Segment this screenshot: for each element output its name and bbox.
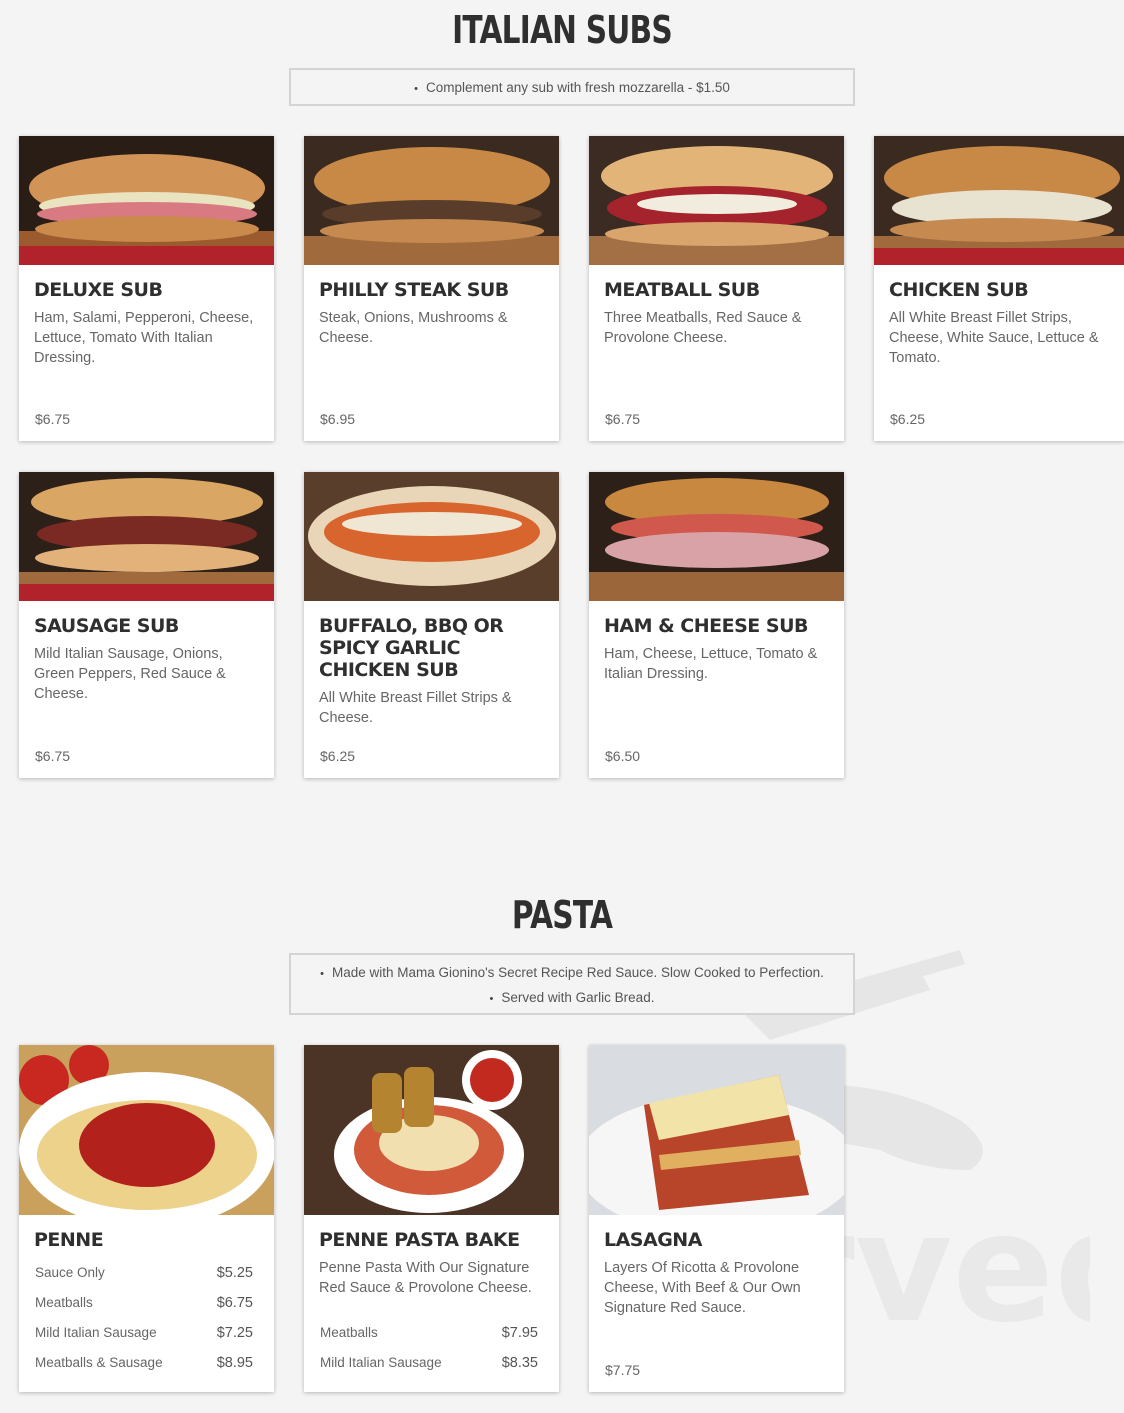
pasta-note: Served with Garlic Bread. xyxy=(291,986,853,1011)
item-price: $7.75 xyxy=(605,1362,641,1378)
item-description: Penne Pasta With Our Signature Red Sauce… xyxy=(319,1260,532,1296)
section-title-subs: ITALIAN SUBS xyxy=(452,8,673,52)
option-row: Meatballs $6.75 xyxy=(35,1288,253,1318)
item-description: All White Breast Fillet Strips & Cheese. xyxy=(319,690,512,726)
option-label: Meatballs & Sausage xyxy=(35,1355,163,1370)
option-price: $6.75 xyxy=(216,1295,253,1311)
item-price: $6.25 xyxy=(320,748,356,764)
item-description: Steak, Onions, Mushrooms & Cheese. xyxy=(319,310,508,346)
pasta-note: Made with Mama Gionino's Secret Recipe R… xyxy=(291,961,853,986)
buffalo-chicken-sub-photo xyxy=(304,472,559,601)
option-price: $7.25 xyxy=(216,1325,253,1341)
item-description: Ham, Salami, Pepperoni, Cheese, Lettuce,… xyxy=(34,310,254,366)
menu-card-penne-pasta-bake[interactable]: PENNE PASTA BAKE Penne Pasta With Our Si… xyxy=(304,1045,559,1392)
sausage-sub-photo xyxy=(19,472,274,601)
item-price: $6.95 xyxy=(320,411,356,427)
option-list: Sauce Only $5.25 Meatballs $6.75 Mild Ital… xyxy=(35,1258,253,1378)
option-label: Meatballs xyxy=(320,1325,378,1340)
chicken-sub-photo xyxy=(874,136,1124,265)
menu-card-sausage-sub[interactable]: SAUSAGE SUB Mild Italian Sausage, Onions… xyxy=(19,472,274,778)
option-price: $7.95 xyxy=(501,1325,538,1341)
option-row: Meatballs & Sausage $8.95 xyxy=(35,1348,253,1378)
item-name: BUFFALO, BBQ OR SPICY GARLIC CHICKEN SUB xyxy=(319,615,504,681)
lasagna-photo xyxy=(589,1045,844,1215)
item-description: All White Breast Fillet Strips, Cheese, … xyxy=(889,310,1099,366)
menu-card-philly-steak-sub[interactable]: PHILLY STEAK SUB Steak, Onions, Mushroom… xyxy=(304,136,559,441)
menu-card-ham-cheese-sub[interactable]: HAM & CHEESE SUB Ham, Cheese, Lettuce, T… xyxy=(589,472,844,778)
option-label: Mild Italian Sausage xyxy=(35,1325,157,1340)
subs-note-box: Complement any sub with fresh mozzarella… xyxy=(289,68,855,106)
item-description: Layers Of Ricotta & Provolone Cheese, Wi… xyxy=(604,1260,801,1316)
subs-note: Complement any sub with fresh mozzarella… xyxy=(291,76,853,101)
item-description: Ham, Cheese, Lettuce, Tomato & Italian D… xyxy=(604,646,818,682)
option-row: Mild Italian Sausage $8.35 xyxy=(320,1348,538,1378)
penne-pasta-bake-photo xyxy=(304,1045,559,1215)
section-title-pasta: PASTA xyxy=(511,893,613,937)
philly-steak-sub-photo xyxy=(304,136,559,265)
menu-card-lasagna[interactable]: LASAGNA Layers Of Ricotta & Provolone Ch… xyxy=(589,1045,844,1392)
option-row: Sauce Only $5.25 xyxy=(35,1258,253,1288)
option-label: Sauce Only xyxy=(35,1265,105,1280)
item-name: PENNE xyxy=(34,1229,104,1251)
option-list: Meatballs $7.95 Mild Italian Sausage $8.35 xyxy=(320,1318,538,1378)
menu-card-chicken-sub[interactable]: CHICKEN SUB All White Breast Fillet Stri… xyxy=(874,136,1124,441)
item-name: MEATBALL SUB xyxy=(604,279,760,301)
item-description: Three Meatballs, Red Sauce & Provolone C… xyxy=(604,310,802,346)
item-price: $6.50 xyxy=(605,748,641,764)
menu-card-buffalo-chicken-sub[interactable]: BUFFALO, BBQ OR SPICY GARLIC CHICKEN SUB… xyxy=(304,472,559,778)
penne-photo xyxy=(19,1045,274,1215)
item-name: LASAGNA xyxy=(604,1229,702,1251)
option-label: Meatballs xyxy=(35,1295,93,1310)
item-price: $6.75 xyxy=(35,748,71,764)
menu-card-deluxe-sub[interactable]: DELUXE SUB Ham, Salami, Pepperoni, Chees… xyxy=(19,136,274,441)
item-price: $6.75 xyxy=(35,411,71,427)
item-price: $6.25 xyxy=(890,411,926,427)
menu-card-penne[interactable]: PENNE Sauce Only $5.25 Meatballs $6.75 Mil… xyxy=(19,1045,274,1392)
meatball-sub-photo xyxy=(589,136,844,265)
item-description: Mild Italian Sausage, Onions, Green Pepp… xyxy=(34,646,226,702)
item-name: SAUSAGE SUB xyxy=(34,615,179,637)
pasta-note-box: Made with Mama Gionino's Secret Recipe R… xyxy=(289,953,855,1015)
option-row: Mild Italian Sausage $7.25 xyxy=(35,1318,253,1348)
option-row: Meatballs $7.95 xyxy=(320,1318,538,1348)
item-name: HAM & CHEESE SUB xyxy=(604,615,809,637)
option-label: Mild Italian Sausage xyxy=(320,1355,442,1370)
item-name: PHILLY STEAK SUB xyxy=(319,279,509,301)
item-price: $6.75 xyxy=(605,411,641,427)
item-name: CHICKEN SUB xyxy=(889,279,1029,301)
option-price: $8.95 xyxy=(216,1355,253,1371)
item-name: DELUXE SUB xyxy=(34,279,163,301)
deluxe-sub-photo xyxy=(19,136,274,265)
ham-cheese-sub-photo xyxy=(589,472,844,601)
option-price: $8.35 xyxy=(501,1355,538,1371)
option-price: $5.25 xyxy=(216,1265,253,1281)
menu-card-meatball-sub[interactable]: MEATBALL SUB Three Meatballs, Red Sauce … xyxy=(589,136,844,441)
item-name: PENNE PASTA BAKE xyxy=(319,1229,520,1251)
